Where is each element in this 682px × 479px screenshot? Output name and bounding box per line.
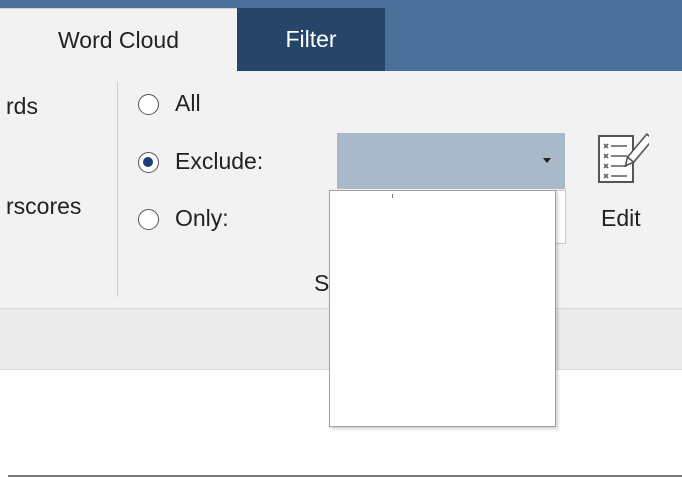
group-divider [117,82,118,297]
bottom-divider [8,475,682,477]
tab-word-cloud[interactable]: Word Cloud [0,8,237,71]
radio-all-label[interactable]: All [175,90,201,117]
radio-exclude[interactable] [138,152,159,173]
tab-filter[interactable]: Filter [237,8,385,71]
filter-group-label: S [314,270,330,296]
tab-bar: Word Cloud Filter [0,0,682,71]
radio-all[interactable] [138,94,159,115]
chevron-down-icon[interactable] [543,158,551,163]
edit-list-icon[interactable] [597,130,649,188]
edit-button-label[interactable]: Edit [601,205,641,232]
radio-only-label[interactable]: Only: [175,205,229,232]
underscores-option-label[interactable]: rscores [6,193,81,220]
radio-exclude-label[interactable]: Exclude: [175,148,263,175]
radio-only[interactable] [138,209,159,230]
list-tick-mark [392,194,393,198]
exclude-dropdown-list[interactable] [329,190,556,427]
words-option-label[interactable]: rds [6,93,38,120]
exclude-dropdown[interactable] [337,133,565,189]
